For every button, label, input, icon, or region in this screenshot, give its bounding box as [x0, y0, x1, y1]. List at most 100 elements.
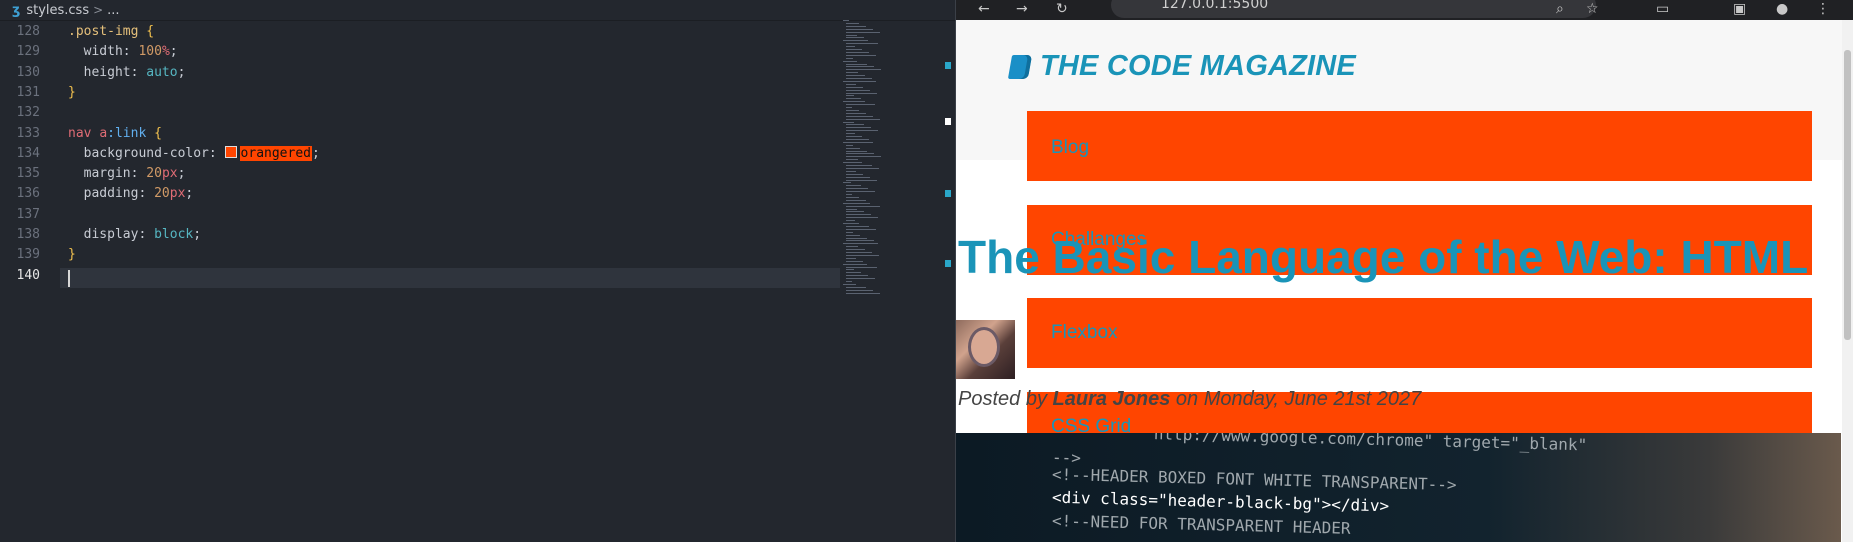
minimap-line — [846, 156, 881, 158]
scrollbar-marker — [945, 62, 951, 69]
nav-item-flexbox[interactable]: Flexbox — [1027, 298, 1812, 368]
minimap-line — [846, 185, 861, 187]
address-bar[interactable]: 127.0.0.1:5500 — [1111, 0, 1596, 18]
code-line[interactable]: display: block; — [68, 227, 201, 242]
back-icon[interactable]: ← — [978, 1, 990, 17]
minimap-line — [846, 281, 852, 282]
minimap-line — [846, 37, 864, 39]
minimap-line — [846, 136, 862, 137]
minimap-line — [846, 130, 878, 132]
minimap-line — [846, 89, 870, 91]
minimap-line — [846, 57, 853, 59]
minimap-line — [846, 92, 877, 94]
minimap-line — [846, 75, 865, 77]
css-file-icon: ʒ — [12, 2, 21, 18]
cast-icon[interactable]: ▭ — [1656, 1, 1669, 17]
nav-link[interactable]: Blog — [1051, 137, 1089, 159]
profile-icon[interactable]: ● — [1776, 1, 1788, 17]
minimap-line — [846, 225, 869, 227]
forward-icon[interactable]: → — [1016, 1, 1028, 17]
code-token: margin: — [68, 166, 147, 182]
browser-toolbar: ← → ↻ 127.0.0.1:5500 ⌕ ☆ ▭ ▣ ● ⋮ — [956, 0, 1853, 20]
code-line[interactable]: nav a:link { — [68, 126, 162, 141]
site-title: THE CODE MAGAZINE — [1040, 50, 1356, 82]
line-number: 138 — [16, 227, 40, 242]
code-token: a — [99, 125, 108, 141]
minimap-line — [846, 124, 864, 126]
minimap-line — [846, 147, 860, 149]
post-meta: Posted by Laura Jones on Monday, June 21… — [958, 388, 1421, 411]
code-token: px — [161, 166, 178, 182]
minimap-line — [843, 20, 849, 21]
minimap[interactable] — [843, 20, 943, 300]
minimap-line — [846, 51, 869, 53]
code-line[interactable]: padding: 20px; — [68, 186, 194, 202]
code-line[interactable]: background-color: orangered; — [68, 145, 320, 161]
code-line[interactable]: } — [68, 247, 76, 262]
minimap-line — [846, 286, 866, 288]
minimap-line — [846, 144, 853, 146]
author-name: Laura Jones — [1052, 388, 1171, 410]
minimap-line — [843, 80, 876, 82]
minimap-line — [846, 109, 859, 111]
minimap-line — [846, 133, 855, 135]
code-line[interactable]: margin: 20px; — [68, 166, 186, 182]
code-token: :link — [107, 125, 147, 141]
minimap-line — [846, 252, 872, 253]
code-line[interactable]: height: auto; — [68, 64, 186, 80]
minimap-line — [843, 182, 851, 184]
code-line[interactable]: .post-img { — [68, 24, 154, 39]
line-number: 139 — [16, 247, 40, 263]
line-number: 131 — [16, 84, 40, 100]
minimap-line — [843, 283, 856, 285]
minimap-line — [843, 162, 862, 164]
color-swatch-icon — [224, 145, 237, 158]
posted-date: on Monday, June 21st 2027 — [1170, 388, 1422, 410]
scrollbar-thumb[interactable] — [1844, 50, 1851, 340]
code-token: ; — [177, 166, 186, 182]
minimap-line — [846, 234, 860, 236]
minimap-line — [846, 63, 867, 65]
minimap-line — [846, 176, 870, 178]
minimap-line — [846, 95, 854, 97]
code-token: { — [146, 24, 155, 39]
line-number: 128 — [16, 24, 40, 39]
line-number: 132 — [16, 105, 40, 121]
text-cursor — [68, 270, 70, 287]
minimap-line — [846, 257, 856, 259]
code-line[interactable]: } — [68, 85, 76, 100]
code-token: padding: — [68, 186, 155, 202]
minimap-line — [846, 191, 875, 193]
code-token: height: — [68, 64, 147, 80]
page-scrollbar[interactable] — [1842, 20, 1853, 542]
nav-item-blog[interactable]: Blog — [1027, 111, 1812, 181]
code-token: .post-img — [68, 24, 139, 39]
minimap-line — [846, 254, 879, 256]
breadcrumb-more[interactable]: ... — [107, 3, 119, 18]
minimap-line — [846, 205, 880, 207]
minimap-line — [846, 46, 855, 48]
site-logo[interactable]: THE CODE MAGAZINE — [1007, 50, 1356, 83]
minimap-line — [846, 34, 857, 36]
nav-link[interactable]: Flexbox — [1051, 322, 1118, 344]
minimap-line — [846, 217, 878, 219]
minimap-line — [846, 72, 858, 74]
star-icon[interactable]: ☆ — [1586, 1, 1599, 17]
code-editor[interactable]: ʒ styles.css > ... 128 129 130 131 132 133 134… — [0, 0, 955, 542]
breadcrumb-file[interactable]: styles.css — [26, 3, 89, 18]
zoom-icon[interactable]: ⌕ — [1556, 1, 1564, 17]
code-line[interactable]: width: 100%; — [68, 44, 178, 59]
code-token: ; — [193, 227, 202, 242]
minimap-line — [846, 272, 861, 274]
code-token: auto — [146, 64, 178, 80]
tab-icon[interactable]: ▣ — [1733, 1, 1746, 17]
image-code-line: "http://www.google.com/chrome" target="_… — [1095, 433, 1588, 455]
browser-preview: ← → ↻ 127.0.0.1:5500 ⌕ ☆ ▭ ▣ ● ⋮ THE COD… — [956, 0, 1853, 542]
minimap-line — [846, 214, 871, 216]
book-icon — [1007, 54, 1033, 79]
minimap-line — [843, 243, 878, 245]
reload-icon[interactable]: ↻ — [1056, 1, 1068, 17]
menu-icon[interactable]: ⋮ — [1816, 1, 1830, 17]
line-number: 133 — [16, 125, 40, 141]
